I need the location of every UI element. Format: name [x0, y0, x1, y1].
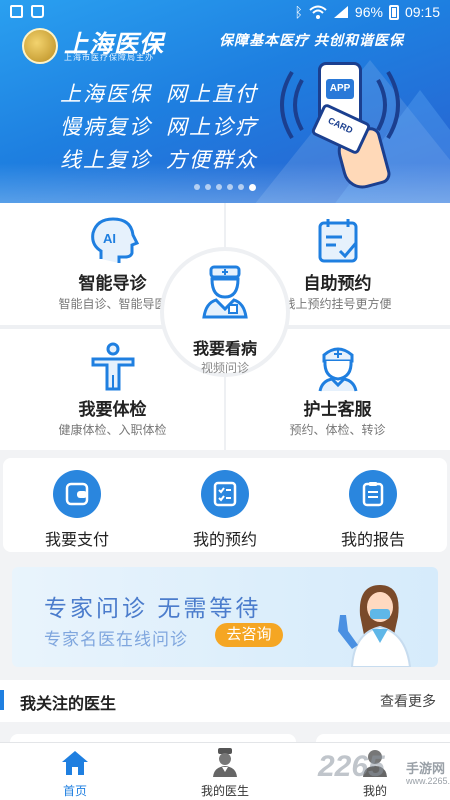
consult-button[interactable]: 去咨询 — [215, 623, 283, 647]
followed-doctors-section: 我关注的医生 查看更多 — [0, 680, 450, 722]
battery-icon — [388, 4, 399, 20]
checklist-icon — [201, 470, 249, 518]
quick-action-label: 我要支付 — [44, 532, 109, 549]
banner-line-text: 网上直付 — [166, 83, 258, 106]
watermark-2265: 2265 手游网 www.2265.com — [306, 748, 450, 796]
status-bar: ᛒ 96% 09:15 — [0, 0, 450, 26]
doctor-icon — [202, 265, 248, 319]
carousel-dot[interactable] — [227, 184, 233, 190]
bluetooth-icon: ᛒ — [294, 4, 303, 20]
body-exam-icon — [91, 342, 134, 391]
banner-slogan: 保障基本医疗 共创和谐医保 — [219, 32, 404, 48]
carousel-dot[interactable] — [205, 184, 211, 190]
signal-icon — [333, 6, 348, 18]
watermark-text: 手游网 — [406, 761, 446, 776]
service-title: 我要看病 — [192, 341, 257, 358]
ai-head-icon: AI — [90, 217, 139, 263]
banner-line-text: 慢病复诊 — [60, 116, 152, 139]
service-subtitle: 视频问诊 — [200, 361, 249, 375]
nav-home[interactable]: 首页 — [0, 747, 150, 799]
banner-line: 慢病复诊 网上诊疗 — [60, 111, 258, 141]
service-subtitle: 预约、体检、转诊 — [289, 423, 386, 437]
service-see-doctor[interactable]: 我要看病 视频问诊 — [160, 247, 290, 377]
carousel-dot[interactable] — [238, 184, 244, 190]
banner-line: 上海医保 网上直付 — [60, 78, 258, 108]
card-label: CARD — [326, 115, 355, 136]
nav-label: 首页 — [62, 784, 87, 798]
section-title: 我关注的医生 — [20, 696, 117, 713]
svg-text:AI: AI — [103, 231, 116, 246]
banner-line-text: 上海医保 — [60, 83, 152, 106]
nurse-icon — [318, 347, 357, 392]
nav-my-doctor[interactable]: 我的医生 — [150, 747, 300, 799]
watermark-url: www.2265.com — [406, 776, 450, 786]
carousel-dot[interactable] — [194, 184, 200, 190]
quick-actions: 我要支付 我的预约 我的报告 — [3, 458, 447, 552]
quick-action-payment[interactable]: 我要支付 — [3, 470, 151, 550]
banner-line-text: 网上诊疗 — [166, 116, 258, 139]
service-title: 我要体检 — [78, 400, 147, 419]
wallet-icon — [53, 470, 101, 518]
carousel-indicator[interactable] — [194, 184, 256, 191]
phone-app-label: APP — [326, 79, 354, 99]
battery-percent: 96% — [354, 4, 383, 20]
bag-notification-icon — [31, 5, 44, 18]
quick-action-label: 我的报告 — [340, 532, 405, 549]
expert-consult-banner[interactable]: 专家问诊 无需等待 专家名医在线问诊 去咨询 — [12, 567, 438, 667]
shanghai-medical-insurance-logo — [22, 28, 58, 64]
promo-headline: 专家问诊 无需等待 — [44, 595, 262, 621]
banner-line: 线上复诊 方便群众 — [60, 144, 258, 174]
service-grid: AI 智能导诊 智能自诊、智能导医 自助预约 线上预约挂号更方便 我要体检 健康… — [0, 203, 450, 450]
quick-action-reports[interactable]: 我的报告 — [299, 470, 447, 550]
wifi-icon — [309, 5, 327, 19]
home-icon — [62, 751, 88, 775]
see-more-link[interactable]: 查看更多 — [380, 691, 436, 711]
quick-action-label: 我的预约 — [192, 532, 257, 549]
doctor-avatar-icon — [213, 748, 237, 777]
report-icon — [349, 470, 397, 518]
banner-line-text: 线上复诊 — [60, 149, 152, 172]
female-doctor-illustration — [338, 585, 412, 667]
service-title: 护士客服 — [303, 400, 372, 419]
banner-line-text: 方便群众 — [166, 149, 258, 172]
quick-action-appointments[interactable]: 我的预约 — [151, 470, 299, 550]
calendar-check-icon — [318, 219, 357, 263]
carousel-dot[interactable] — [249, 184, 256, 191]
service-subtitle: 健康体检、入职体检 — [58, 423, 167, 437]
carousel-dot[interactable] — [216, 184, 222, 190]
watermark-number: 2265 — [318, 750, 385, 783]
promo-subline: 专家名医在线问诊 — [44, 630, 188, 649]
section-accent-bar — [0, 690, 4, 710]
banner-subtitle: 上海市医疗保障局主办 — [64, 53, 154, 62]
top-banner[interactable]: ᛒ 96% 09:15 上海医保 上海市医疗保障局主办 保障基本医疗 共创和谐医… — [0, 0, 450, 203]
clock: 09:15 — [404, 4, 440, 20]
nav-label: 我的医生 — [200, 784, 249, 798]
gallery-notification-icon — [10, 5, 23, 18]
